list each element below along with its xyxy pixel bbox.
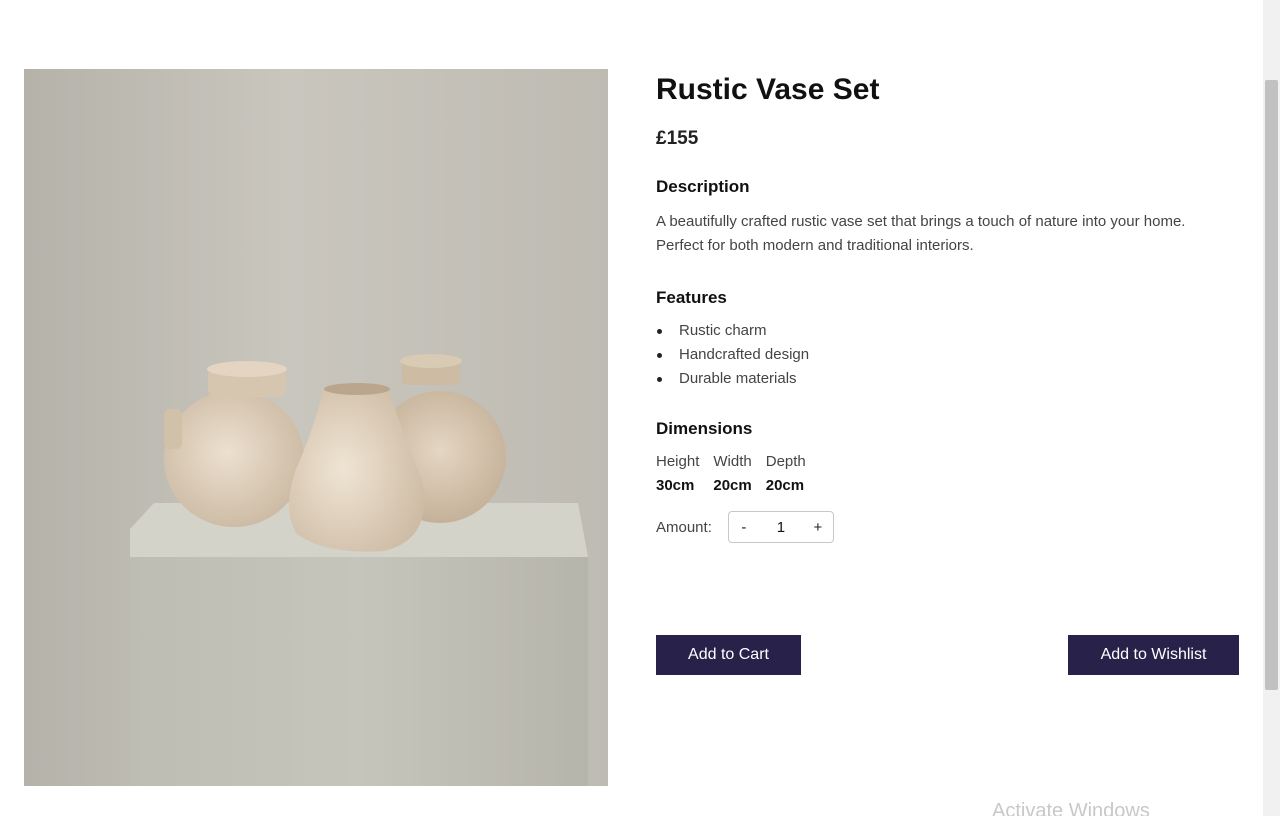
nav-link[interactable] — [940, 0, 1000, 4]
decrement-button[interactable]: - — [729, 519, 759, 536]
product-price: £155 — [656, 128, 699, 149]
bullet-icon — [657, 377, 662, 382]
amount-label: Amount: — [656, 518, 712, 536]
increment-button[interactable]: + — [803, 519, 833, 536]
description-heading: Description — [656, 177, 750, 196]
dimension-label: Depth — [765, 453, 806, 470]
description-text: A beautifully crafted rustic vase set th… — [656, 213, 1186, 254]
features-heading: Features — [656, 288, 727, 307]
dimension-value: 20cm — [765, 477, 805, 494]
nav-link[interactable] — [540, 0, 630, 4]
feature-item: Handcrafted design — [656, 343, 1240, 367]
features-list: Rustic charm Handcrafted design Durable … — [656, 319, 1240, 391]
nav-link[interactable] — [410, 0, 540, 4]
activate-windows-watermark: Activate Windows — [992, 800, 1150, 816]
top-navigation — [290, 0, 1000, 4]
amount-row: Amount: - 1 + — [656, 511, 1240, 543]
vase-set-photo-icon — [24, 69, 608, 786]
nav-link[interactable] — [830, 0, 940, 4]
bullet-icon — [657, 329, 662, 334]
product-title: Rustic Vase Set — [656, 73, 880, 106]
nav-link[interactable] — [630, 0, 720, 4]
dimension-label: Height — [656, 453, 700, 470]
dimension-height: Height 30cm — [656, 450, 699, 498]
product-page: Rustic Vase Set £155 Description A beaut… — [0, 0, 1280, 816]
dimensions-table: Height 30cm Width 20cm Depth 20cm — [656, 450, 1240, 498]
add-to-wishlist-button[interactable]: Add to Wishlist — [1068, 635, 1239, 675]
bullet-icon — [657, 353, 662, 358]
dimension-value: 30cm — [656, 477, 695, 494]
product-details: Rustic Vase Set £155 Description A beaut… — [656, 69, 1240, 543]
scrollbar-thumb[interactable] — [1265, 80, 1278, 690]
product-image — [24, 69, 608, 786]
dimension-depth: Depth 20cm — [766, 450, 806, 498]
quantity-stepper: - 1 + — [727, 511, 834, 543]
feature-label: Rustic charm — [679, 322, 767, 339]
feature-label: Handcrafted design — [679, 346, 810, 363]
dimension-width: Width 20cm — [713, 450, 751, 498]
feature-item: Rustic charm — [656, 319, 1240, 343]
nav-link[interactable] — [720, 0, 830, 4]
quantity-value[interactable]: 1 — [759, 519, 803, 536]
dimensions-heading: Dimensions — [656, 419, 753, 438]
add-to-cart-button[interactable]: Add to Cart — [656, 635, 801, 675]
feature-label: Durable materials — [679, 370, 797, 387]
feature-item: Durable materials — [656, 367, 1240, 391]
dimension-label: Width — [713, 453, 752, 470]
nav-link[interactable] — [290, 0, 410, 4]
dimension-value: 20cm — [713, 477, 752, 494]
